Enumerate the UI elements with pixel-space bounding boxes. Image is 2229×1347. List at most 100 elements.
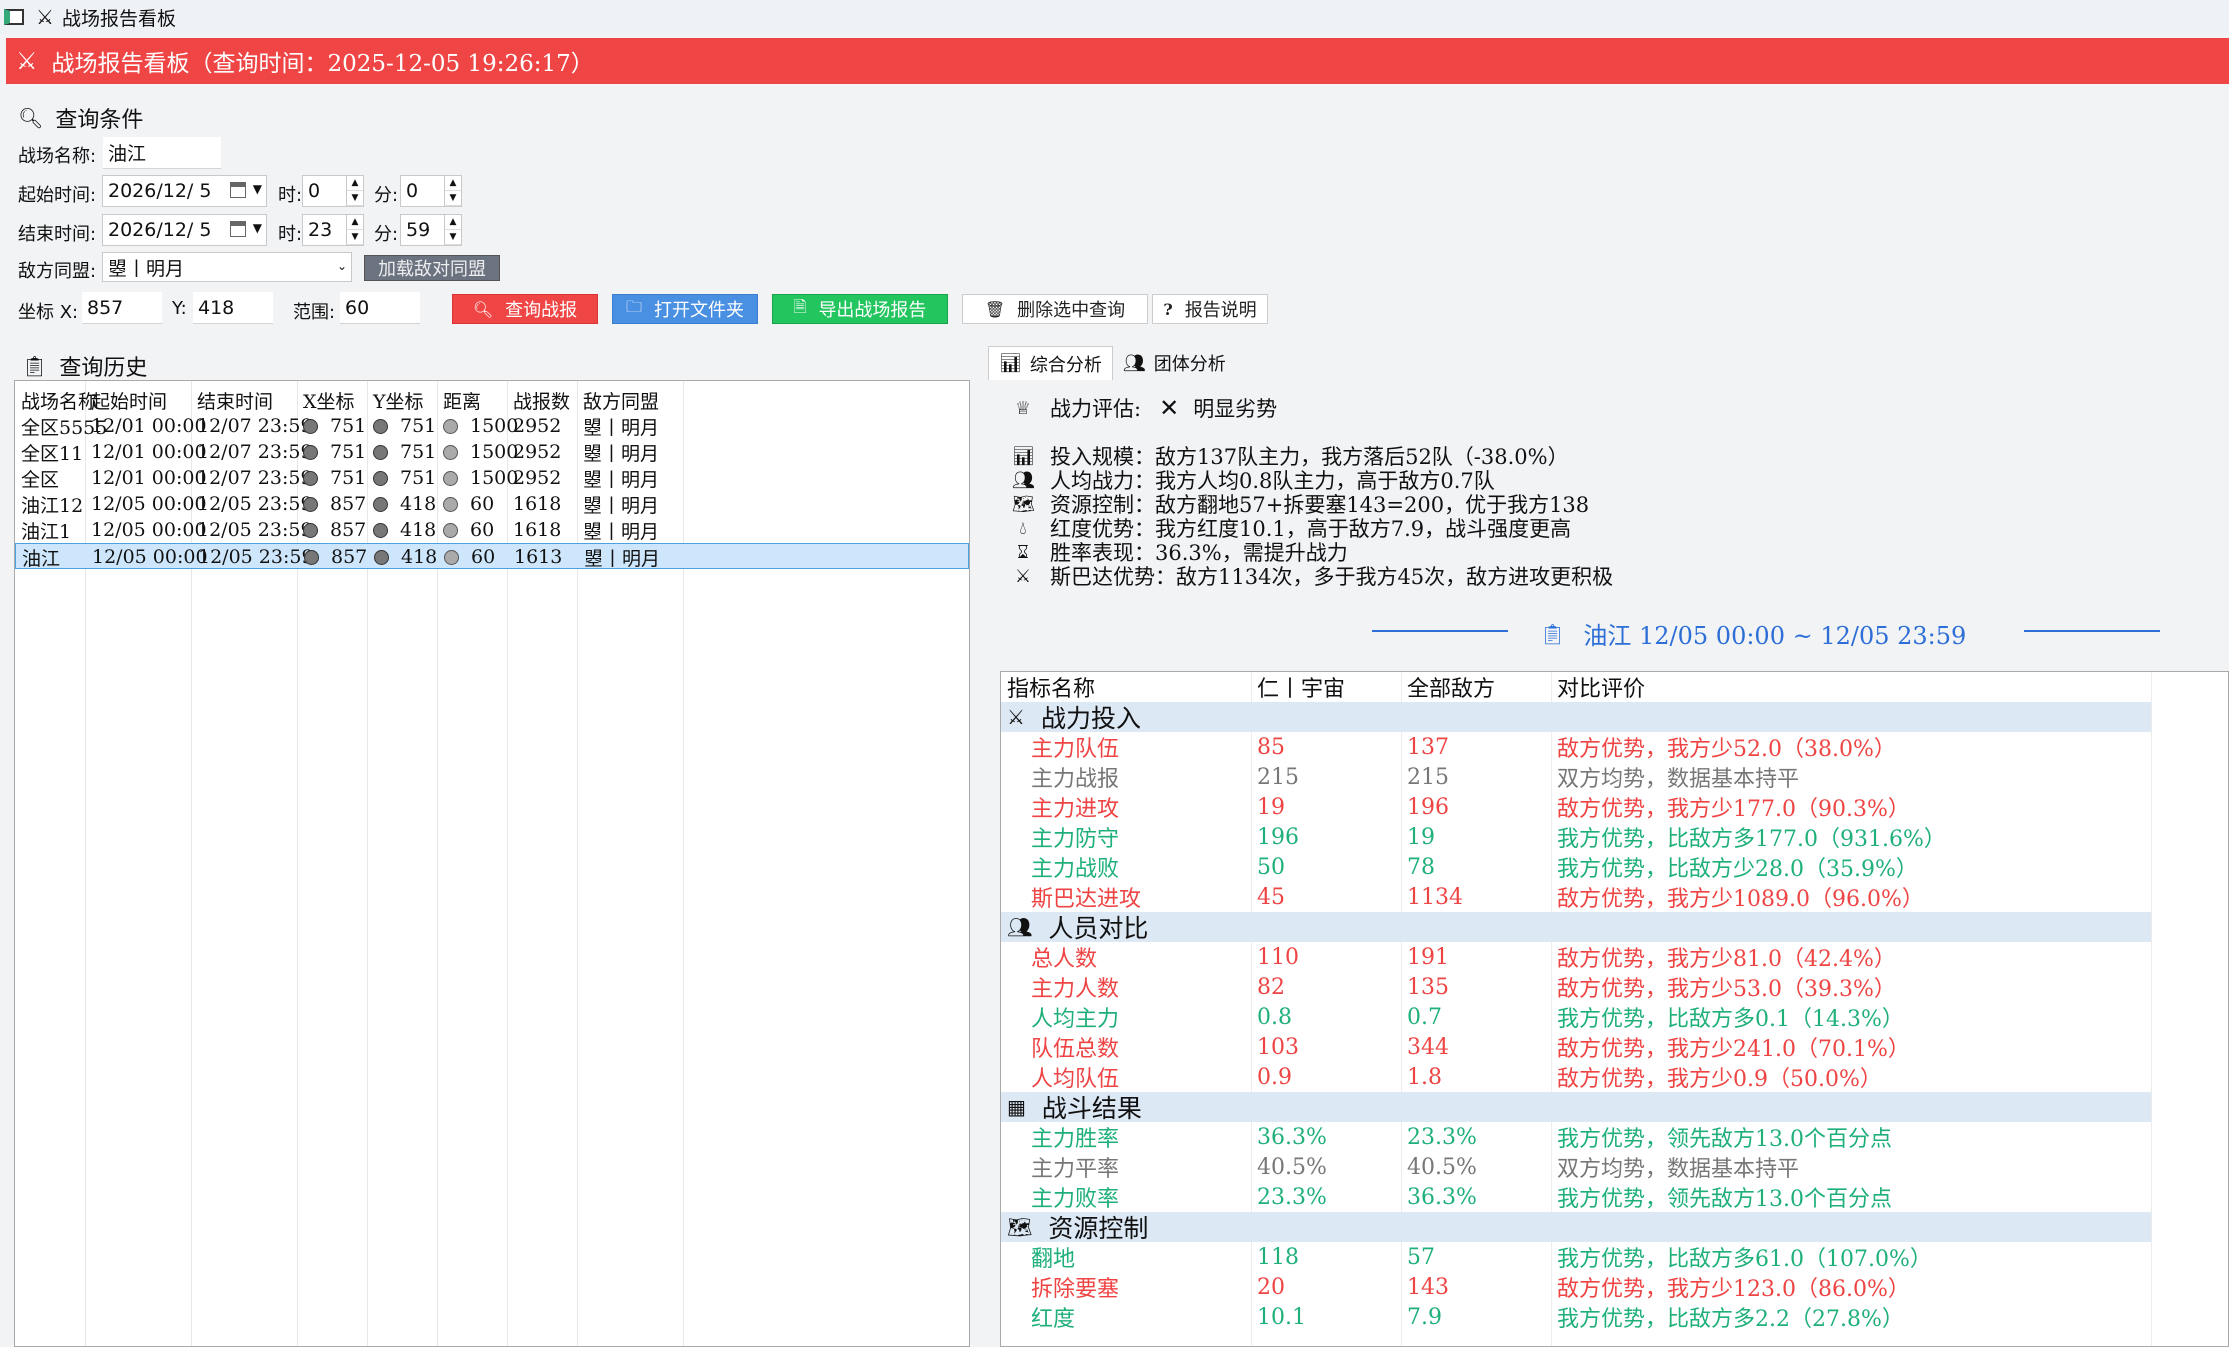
export-report-button[interactable]: 🗎 导出战场报告	[772, 294, 948, 324]
comparison-table[interactable]: 指标名称 仁丨宇宙 全部敌方 对比评价 ⚔ 战力投入 主力队伍 85 137 敌方优势，我方少52…	[1000, 671, 2229, 1347]
coord-x-input[interactable]: 857	[82, 292, 162, 324]
alliance-select[interactable]: 曌丨明月 ⌄	[102, 252, 352, 282]
drop-icon: 💧︎	[1019, 517, 1027, 539]
table-row[interactable]: 全区 12/01 00:00 12/07 23:59 751 751 1500 2952 曌丨…	[15, 465, 969, 491]
column-header[interactable]: 全部敌方	[1407, 672, 1495, 702]
battlefield-input[interactable]: 油江	[103, 137, 221, 169]
table-row[interactable]: 主力战败 50 78 我方优势，比敌方少28.0（35.9%）	[1001, 852, 2151, 883]
calendar-icon[interactable]	[230, 221, 246, 237]
end-minute-spinner[interactable]: 59 ▲ ▼	[400, 214, 462, 246]
table-row[interactable]: 油江 12/05 00:00 12/05 23:59 857 418 60 1613 曌丨明月	[15, 543, 969, 570]
table-row[interactable]: 全区5555 12/01 00:00 12/07 23:59 751 751 1500 29…	[15, 413, 969, 439]
group-title-text: 人员对比	[1048, 914, 1149, 943]
table-cell: 418	[374, 544, 437, 570]
table-row[interactable]: 主力胜率 36.3% 23.3% 我方优势，领先敌方13.0个百分点	[1001, 1122, 2151, 1153]
table-row[interactable]: 红度 10.1 7.9 我方优势，比敌方多2.2（27.8%）	[1001, 1302, 2151, 1333]
table-cell: 23.3%	[1407, 1124, 1477, 1150]
table-row[interactable]: 主力战报 215 215 双方均势，数据基本持平	[1001, 762, 2151, 793]
open-folder-button[interactable]: 🗀 打开文件夹	[612, 294, 758, 324]
spin-up-icon[interactable]: ▲	[347, 215, 363, 230]
load-alliance-button[interactable]: 加载敌对同盟	[364, 255, 500, 281]
column-header[interactable]: X坐标	[303, 387, 355, 413]
table-row[interactable]: 主力进攻 19 196 敌方优势，我方少177.0（90.3%）	[1001, 792, 2151, 823]
report-help-button[interactable]: ? 报告说明	[1152, 294, 1268, 324]
query-report-label: 查询战报	[505, 300, 578, 321]
column-header[interactable]: 战报数	[513, 387, 570, 413]
column-header[interactable]: Y坐标	[373, 387, 424, 413]
location-dot-icon	[303, 496, 318, 512]
start-date-value: 2026/12/ 5	[108, 180, 212, 202]
summary-line: ⚔ 斯巴达优势：敌方1134次，多于我方45次，敌方进攻更积极	[1012, 561, 1613, 591]
table-row[interactable]: 油江12 12/05 00:00 12/05 23:59 857 418 60 1618 曌丨…	[15, 491, 969, 517]
spin-down-icon[interactable]: ▼	[347, 230, 363, 245]
spin-up-icon[interactable]: ▲	[445, 176, 461, 191]
column-header[interactable]: 指标名称	[1007, 672, 1095, 702]
column-header[interactable]: 仁丨宇宙	[1257, 672, 1345, 702]
tab-overall-analysis[interactable]: 📊︎ 综合分析	[988, 346, 1113, 380]
table-row[interactable]: 拆除要塞 20 143 敌方优势，我方少123.0（86.0%）	[1001, 1272, 2151, 1303]
spin-buttons[interactable]: ▲ ▼	[346, 215, 363, 245]
end-hour-spinner[interactable]: 23 ▲ ▼	[302, 214, 364, 246]
column-header[interactable]: 距离	[443, 387, 481, 413]
calendar-icon[interactable]	[230, 182, 246, 198]
table-row[interactable]: 斯巴达进攻 45 1134 敌方优势，我方少1089.0（96.0%）	[1001, 882, 2151, 913]
summary-text: 斯巴达优势：敌方1134次，多于我方45次，敌方进攻更积极	[1050, 565, 1614, 589]
table-row[interactable]: 主力人数 82 135 敌方优势，我方少53.0（39.3%）	[1001, 972, 2151, 1003]
spin-buttons[interactable]: ▲ ▼	[444, 176, 461, 206]
table-cell: 双方均势，数据基本持平	[1557, 1157, 1800, 1182]
table-cell: 主力战败	[1031, 857, 1120, 882]
column-header[interactable]: 起始时间	[91, 387, 167, 413]
column-header[interactable]: 结束时间	[197, 387, 273, 413]
table-row[interactable]: 全区11 12/01 00:00 12/07 23:59 751 751 1500 2952…	[15, 439, 969, 465]
chevron-down-icon[interactable]: ▼	[253, 182, 262, 196]
open-folder-label: 打开文件夹	[654, 300, 744, 321]
delete-query-label: 删除选中查询	[1017, 300, 1126, 321]
table-row[interactable]: 人均主力 0.8 0.7 我方优势，比敌方多0.1（14.3%）	[1001, 1002, 2151, 1033]
delete-query-button[interactable]: 🗑 删除选中查询	[962, 294, 1148, 324]
table-cell: 751	[303, 465, 366, 491]
history-table[interactable]: 战场名称 起始时间 结束时间 X坐标 Y坐标 距离 战报数 敌方同盟 全区5555 12/01 0…	[14, 380, 970, 1347]
table-row[interactable]: 主力败率 23.3% 36.3% 我方优势，领先敌方13.0个百分点	[1001, 1182, 2151, 1213]
column-header[interactable]: 战场名称	[21, 387, 97, 413]
table-row[interactable]: 队伍总数 103 344 敌方优势，我方少241.0（70.1%）	[1001, 1032, 2151, 1063]
chevron-down-icon[interactable]: ⌄	[337, 259, 347, 273]
group-header-row: ▦ 战斗结果	[1001, 1092, 2151, 1123]
people-icon: 👥︎	[1012, 469, 1035, 491]
table-cell: 0.9	[1257, 1064, 1292, 1090]
table-row[interactable]: 翻地 118 57 我方优势，比敌方多61.0（107.0%）	[1001, 1242, 2151, 1273]
spin-down-icon[interactable]: ▼	[445, 230, 461, 245]
table-cell: 751	[303, 439, 366, 465]
table-cell: 60	[443, 517, 494, 543]
coord-y-input[interactable]: 418	[193, 292, 273, 324]
table-row[interactable]: 人均队伍 0.9 1.8 敌方优势，我方少0.9（50.0%）	[1001, 1062, 2151, 1093]
table-cell: 1618	[513, 493, 562, 515]
spin-up-icon[interactable]: ▲	[347, 176, 363, 191]
column-header[interactable]: 对比评价	[1557, 672, 1645, 702]
report-help-label: 报告说明	[1184, 300, 1257, 321]
start-minute-spinner[interactable]: 0 ▲ ▼	[400, 175, 462, 207]
spin-buttons[interactable]: ▲ ▼	[346, 176, 363, 206]
end-date-picker[interactable]: 2026/12/ 5 ▼	[102, 214, 267, 246]
table-row[interactable]: 油江1 12/05 00:00 12/05 23:59 857 418 60 1618 曌丨明…	[15, 517, 969, 543]
table-cell: 1500	[443, 413, 518, 439]
table-cell: 19	[1257, 794, 1285, 820]
table-row[interactable]: 主力队伍 85 137 敌方优势，我方少52.0（38.0%）	[1001, 732, 2151, 763]
range-input[interactable]: 60	[340, 292, 420, 324]
start-date-picker[interactable]: 2026/12/ 5 ▼	[102, 175, 267, 207]
table-row[interactable]: 主力防守 196 19 我方优势，比敌方多177.0（931.6%）	[1001, 822, 2151, 853]
column-header[interactable]: 敌方同盟	[583, 387, 659, 413]
table-row[interactable]: 主力平率 40.5% 40.5% 双方均势，数据基本持平	[1001, 1152, 2151, 1183]
spin-down-icon[interactable]: ▼	[445, 191, 461, 206]
table-row[interactable]: 总人数 110 191 敌方优势，我方少81.0（42.4%）	[1001, 942, 2151, 973]
table-cell: 2952	[513, 415, 562, 437]
spin-buttons[interactable]: ▲ ▼	[444, 215, 461, 245]
tab-group-analysis[interactable]: 👥︎ 团体分析	[1113, 346, 1236, 380]
spin-down-icon[interactable]: ▼	[347, 191, 363, 206]
spin-up-icon[interactable]: ▲	[445, 215, 461, 230]
start-hour-spinner[interactable]: 0 ▲ ▼	[302, 175, 364, 207]
location-dot-icon	[443, 496, 458, 512]
evaluation-value: 明显劣势	[1193, 397, 1278, 421]
query-report-button[interactable]: 🔍︎ 查询战报	[452, 294, 598, 324]
chevron-down-icon[interactable]: ▼	[253, 221, 262, 235]
table-cell: 翻地	[1031, 1247, 1076, 1272]
